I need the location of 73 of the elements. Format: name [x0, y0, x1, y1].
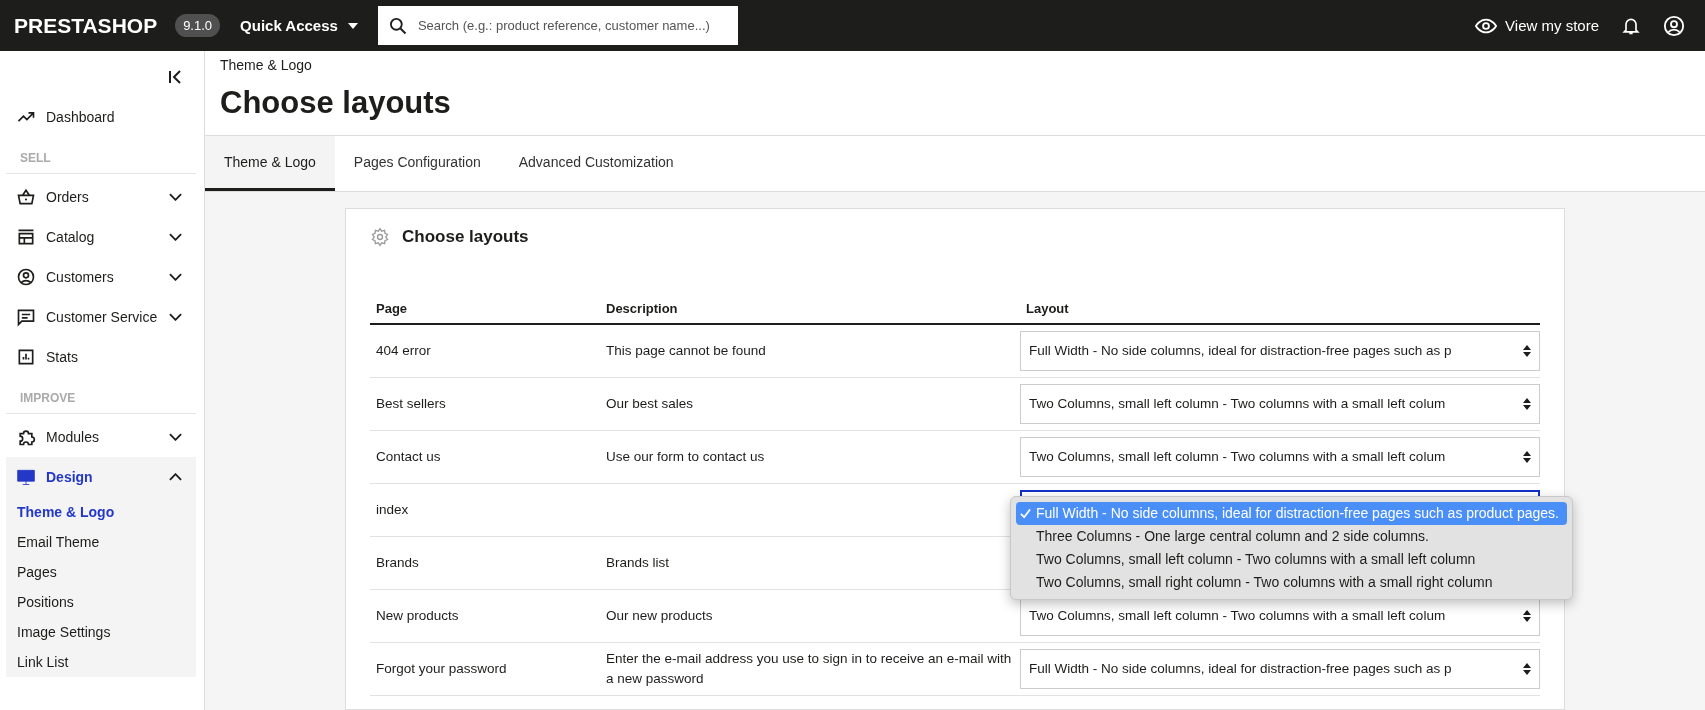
sidebar-subitem[interactable]: Image Settings	[6, 617, 196, 647]
user-circle-icon	[16, 267, 36, 287]
layout-select[interactable]: Full Width - No side columns, ideal for distraction-free pages such as p	[1020, 649, 1540, 689]
puzzle-icon	[16, 427, 36, 447]
sidebar-item[interactable]: Modules	[6, 417, 196, 457]
table-cell: 404 error	[376, 342, 431, 358]
sidebar-item[interactable]: Customers	[6, 257, 196, 297]
table-cell: This page cannot be found	[606, 342, 766, 358]
table-cell: index	[376, 501, 409, 517]
sidebar-item[interactable]: Design	[6, 457, 196, 497]
chart-icon	[16, 347, 36, 367]
chat-icon	[16, 307, 36, 327]
breadcrumb[interactable]: Theme & Logo	[220, 57, 1690, 73]
chevron-down-icon	[169, 273, 182, 281]
table-cell: Contact us	[376, 448, 441, 464]
table-cell: Our best sales	[606, 395, 694, 411]
sidebar-subitem[interactable]: Pages	[6, 557, 196, 587]
tab[interactable]: Theme & Logo	[205, 136, 335, 191]
select-arrows-icon	[1523, 451, 1531, 463]
tab[interactable]: Advanced Customization	[499, 136, 693, 191]
table-cell: Best sellers	[376, 395, 446, 411]
table-cell: Our new products	[606, 607, 713, 623]
sidebar-item[interactable]: Dashboard	[6, 97, 196, 137]
checkmark-icon	[1020, 508, 1031, 519]
collapse-sidebar-icon[interactable]	[168, 70, 182, 84]
chevron-down-icon	[169, 433, 182, 441]
dropdown-option[interactable]: Two Columns, small right column - Two columns with a small right column	[1016, 571, 1567, 594]
table-cell: Use our form to contact us	[606, 448, 765, 464]
basket-icon	[16, 187, 36, 207]
chevron-up-icon	[169, 473, 182, 481]
sidebar-subitem[interactable]: Email Theme	[6, 527, 196, 557]
table-cell: New products	[376, 607, 459, 623]
select-arrows-icon	[1523, 610, 1531, 622]
chevron-down-icon	[169, 193, 182, 201]
sidebar-subitem[interactable]: Link List	[6, 647, 196, 677]
dropdown-option[interactable]: Two Columns, small left column - Two columns with a small left column	[1016, 548, 1567, 571]
dropdown-option[interactable]: Three Columns - One large central column and 2 side columns.	[1016, 525, 1567, 548]
monitor-icon	[16, 467, 36, 487]
column-header: Layout	[1025, 300, 1070, 316]
chevron-down-icon	[169, 313, 182, 321]
logo[interactable]: PRESTASHOP	[14, 13, 158, 38]
sidebar-item[interactable]: Customer Service	[6, 297, 196, 337]
caret-down-icon	[347, 22, 358, 29]
sidebar-section-title: SELL	[6, 137, 196, 174]
user-account-icon[interactable]	[1663, 14, 1685, 37]
search-field[interactable]: Search (e.g.: product reference, customer name...)	[377, 6, 738, 45]
version-badge: 9.1.0	[175, 14, 221, 37]
table-cell: Enter the e-mail address you use to sign in to receive an e-mail with a new password	[606, 650, 1012, 686]
select-arrows-icon	[1523, 345, 1531, 357]
select-arrows-icon	[1523, 398, 1531, 410]
column-header: Description	[605, 300, 679, 316]
quick-access-button[interactable]: Quick Access	[236, 13, 362, 38]
tab[interactable]: Pages Configuration	[334, 136, 500, 191]
sidebar-subitem[interactable]: Theme & Logo	[6, 497, 196, 527]
table-cell: Brands	[376, 554, 419, 570]
gear-icon	[370, 227, 390, 247]
sidebar-subitem[interactable]: Positions	[6, 587, 196, 617]
table-cell: Brands list	[606, 554, 670, 570]
card-title: Choose layouts	[402, 227, 529, 247]
store-icon	[16, 227, 36, 247]
table-cell: Forgot your password	[376, 660, 507, 676]
page-title: Choose layouts	[220, 85, 452, 121]
layout-select[interactable]: Full Width - No side columns, ideal for distraction-free pages such as p	[1020, 331, 1540, 371]
chevron-down-icon	[169, 233, 182, 241]
sidebar-item[interactable]: Orders	[6, 177, 196, 217]
sidebar-item[interactable]: Stats	[6, 337, 196, 377]
layout-select[interactable]: Two Columns, small left column - Two columns with a small left colum	[1020, 437, 1540, 477]
sidebar-section-title: IMPROVE	[6, 377, 196, 414]
sidebar-item[interactable]: Catalog	[6, 217, 196, 257]
layout-select[interactable]: Two Columns, small left column - Two columns with a small left colum	[1020, 384, 1540, 424]
column-header: Page	[375, 300, 409, 316]
select-arrows-icon	[1523, 663, 1531, 675]
view-store-link[interactable]: View my store	[1475, 14, 1599, 37]
